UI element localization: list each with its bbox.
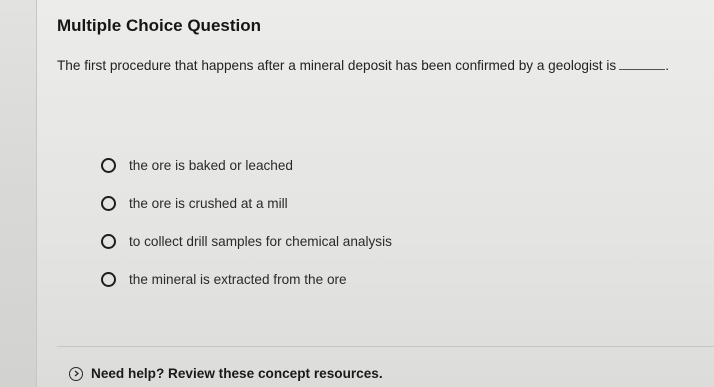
radio-button[interactable] xyxy=(101,271,116,287)
answer-option-2[interactable]: the ore is crushed at a mill xyxy=(101,184,392,222)
chevron-right-icon xyxy=(74,370,79,377)
radio-button[interactable] xyxy=(101,233,116,249)
radio-button[interactable] xyxy=(101,195,116,211)
question-prompt: The first procedure that happens after a… xyxy=(57,58,669,73)
answer-blank xyxy=(619,68,666,70)
answer-option-label: the mineral is extracted from the ore xyxy=(129,271,347,287)
question-prompt-text: The first procedure that happens after a… xyxy=(57,58,617,73)
question-prompt-end: . xyxy=(665,58,669,73)
answer-option-4[interactable]: the mineral is extracted from the ore xyxy=(101,260,392,298)
answer-option-3[interactable]: to collect drill samples for chemical an… xyxy=(101,222,392,260)
section-divider xyxy=(57,346,714,347)
help-resources-label: Need help? Review these concept resource… xyxy=(91,366,383,381)
answer-option-label: the ore is crushed at a mill xyxy=(129,195,288,211)
answer-option-label: the ore is baked or leached xyxy=(129,157,293,173)
question-card: Multiple Choice Question The first proce… xyxy=(36,0,714,387)
answer-options: the ore is baked or leached the ore is c… xyxy=(101,146,392,298)
answer-option-label: to collect drill samples for chemical an… xyxy=(129,233,392,249)
screen-background: Multiple Choice Question The first proce… xyxy=(0,0,714,387)
chevron-circle-icon xyxy=(69,366,83,381)
answer-option-1[interactable]: the ore is baked or leached xyxy=(101,146,392,184)
question-type-title: Multiple Choice Question xyxy=(57,16,262,35)
help-resources-link[interactable]: Need help? Review these concept resource… xyxy=(69,366,383,381)
radio-button[interactable] xyxy=(101,157,116,173)
